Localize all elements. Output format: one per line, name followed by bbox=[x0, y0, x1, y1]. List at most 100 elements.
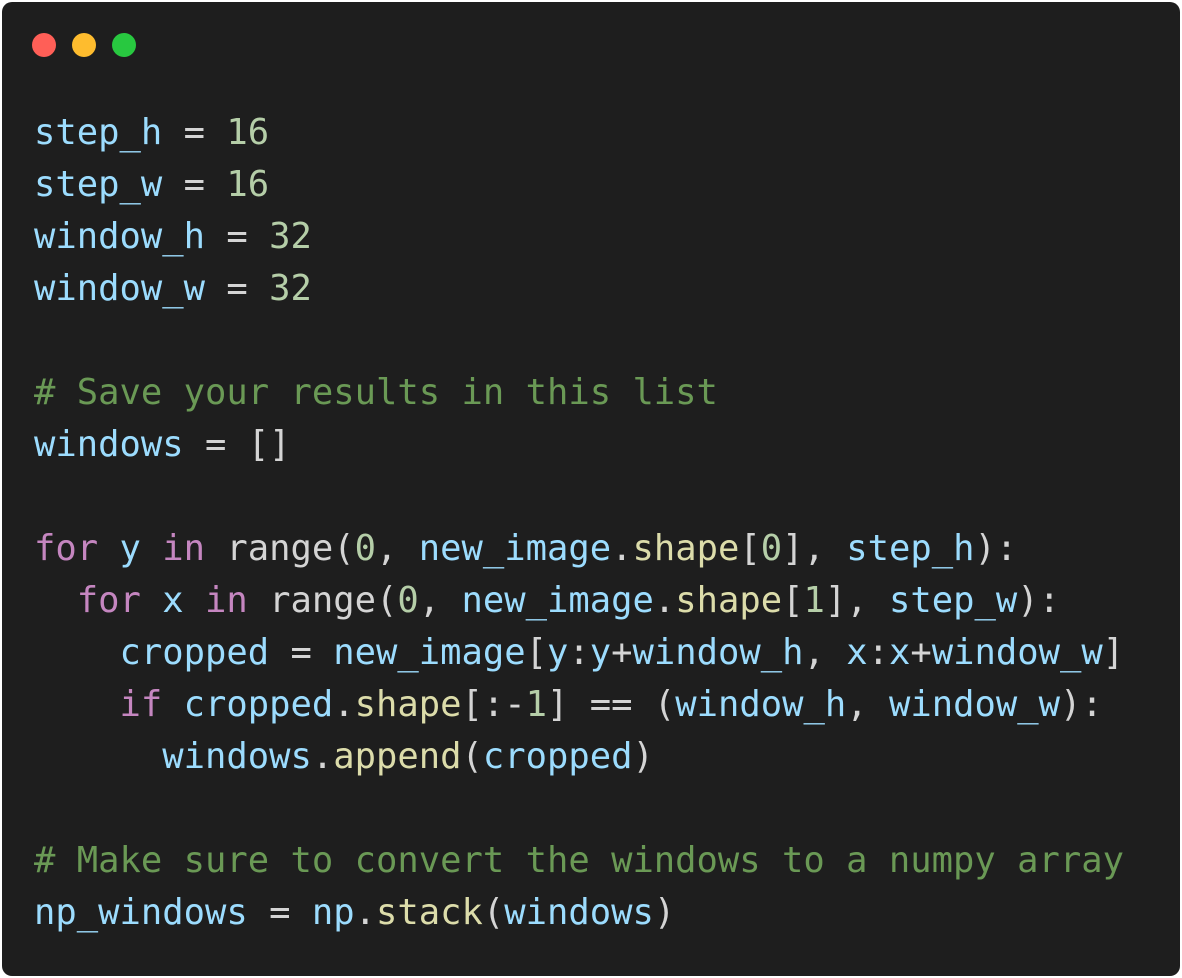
code-line: cropped = new_image[y:y+window_h, x:x+wi… bbox=[34, 627, 1125, 679]
code-token: y bbox=[546, 632, 569, 673]
code-token: ): bbox=[1017, 580, 1060, 621]
code-line: windows.append(cropped) bbox=[34, 731, 1124, 783]
code-token: window_h bbox=[34, 216, 205, 257]
code-token: [ bbox=[739, 528, 761, 569]
code-token: windows bbox=[504, 892, 654, 933]
code-token: np_windows bbox=[34, 892, 248, 933]
code-token: range( bbox=[205, 528, 355, 569]
code-token: cropped bbox=[482, 736, 633, 777]
code-token: : bbox=[867, 632, 889, 673]
code-token: 16 bbox=[226, 112, 270, 153]
code-token: y bbox=[119, 528, 141, 569]
code-token: 16 bbox=[226, 164, 270, 205]
code-token: 0 bbox=[354, 528, 376, 569]
code-token: , bbox=[803, 632, 847, 673]
code-token: = bbox=[204, 216, 270, 257]
code-token: # Save your results in this list bbox=[34, 372, 718, 413]
code-token: = bbox=[162, 112, 227, 153]
code-token: x bbox=[846, 632, 868, 673]
code-token: y bbox=[589, 632, 612, 673]
code-token: 0 bbox=[397, 580, 419, 621]
code-token: ): bbox=[1059, 684, 1103, 725]
code-token: . bbox=[333, 684, 355, 725]
code-token: x bbox=[888, 632, 911, 673]
code-token: = bbox=[247, 892, 312, 933]
close-button[interactable] bbox=[32, 33, 56, 57]
code-token: new_image bbox=[461, 580, 654, 621]
code-token: + bbox=[910, 632, 932, 673]
code-token: ) bbox=[632, 736, 654, 777]
code-token: new_image bbox=[333, 632, 526, 673]
code-token: ], bbox=[824, 580, 889, 621]
code-line: step_h = 16 bbox=[34, 107, 1124, 159]
code-token: np bbox=[311, 892, 355, 933]
code-token: ] == ( bbox=[547, 684, 676, 725]
code-token: . bbox=[311, 736, 334, 777]
code-token: in bbox=[205, 580, 248, 621]
code-line: for y in range(0, new_image.shape[0], st… bbox=[34, 523, 1124, 575]
code-token: 1 bbox=[803, 580, 825, 621]
code-line: # Make sure to convert the windows to a … bbox=[34, 835, 1124, 887]
code-window: step_h = 16 step_w = 16 window_h = 32 windo… bbox=[2, 2, 1180, 976]
code-token: for bbox=[76, 580, 141, 621]
code-token: = bbox=[269, 632, 334, 673]
code-token: shape bbox=[632, 528, 740, 569]
code-token: step_w bbox=[34, 164, 163, 205]
code-line: np_windows = np.stack(windows) bbox=[34, 887, 1124, 939]
code-token: step_h bbox=[34, 112, 163, 153]
code-block: step_h = 16 step_w = 16 window_h = 32 windo… bbox=[34, 107, 1124, 939]
code-token: = [] bbox=[183, 424, 291, 465]
code-token: # Make sure to convert the windows to a … bbox=[34, 840, 1125, 881]
code-line: for x in range(0, new_image.shape[1], st… bbox=[34, 575, 1124, 627]
zoom-button[interactable] bbox=[112, 33, 136, 57]
code-token: [ bbox=[782, 580, 804, 621]
code-token: . bbox=[653, 580, 676, 621]
minimize-button[interactable] bbox=[72, 33, 96, 57]
code-token: ): bbox=[974, 528, 1018, 569]
code-token: step_w bbox=[888, 580, 1018, 621]
code-token: shape bbox=[354, 684, 462, 725]
code-token: 32 bbox=[269, 216, 312, 257]
code-token: new_image bbox=[418, 528, 612, 569]
code-token: window_w bbox=[34, 268, 205, 309]
code-token: 0 bbox=[760, 528, 783, 569]
code-token: , bbox=[376, 528, 419, 569]
code-line: step_w = 16 bbox=[34, 159, 1124, 211]
code-token: stack bbox=[375, 892, 483, 933]
code-token: [ bbox=[525, 632, 547, 673]
code-token: ( bbox=[461, 736, 483, 777]
code-token: x bbox=[162, 580, 184, 621]
code-token: windows bbox=[34, 424, 184, 465]
code-token: append bbox=[333, 736, 462, 777]
code-token: , bbox=[846, 684, 889, 725]
code-token: 32 bbox=[269, 268, 312, 309]
code-token: = bbox=[204, 268, 270, 309]
code-token: ] bbox=[1102, 632, 1125, 673]
code-token: cropped bbox=[183, 684, 334, 725]
code-line: window_w = 32 bbox=[34, 263, 1124, 315]
code-line: windows = [] bbox=[34, 419, 1124, 471]
code-token: ) bbox=[653, 892, 676, 933]
code-token: if bbox=[119, 684, 163, 725]
code-token: [:- bbox=[461, 684, 526, 725]
code-token: cropped bbox=[119, 632, 270, 673]
code-token: ], bbox=[782, 528, 847, 569]
code-token: + bbox=[611, 632, 633, 673]
code-token: for bbox=[34, 528, 99, 569]
code-token: . bbox=[611, 528, 633, 569]
code-token: : bbox=[568, 632, 590, 673]
code-line: if cropped.shape[:-1] == (window_h, wind… bbox=[34, 679, 1124, 731]
code-token: , bbox=[418, 580, 462, 621]
code-token: step_h bbox=[846, 528, 975, 569]
code-token: range( bbox=[247, 580, 398, 621]
